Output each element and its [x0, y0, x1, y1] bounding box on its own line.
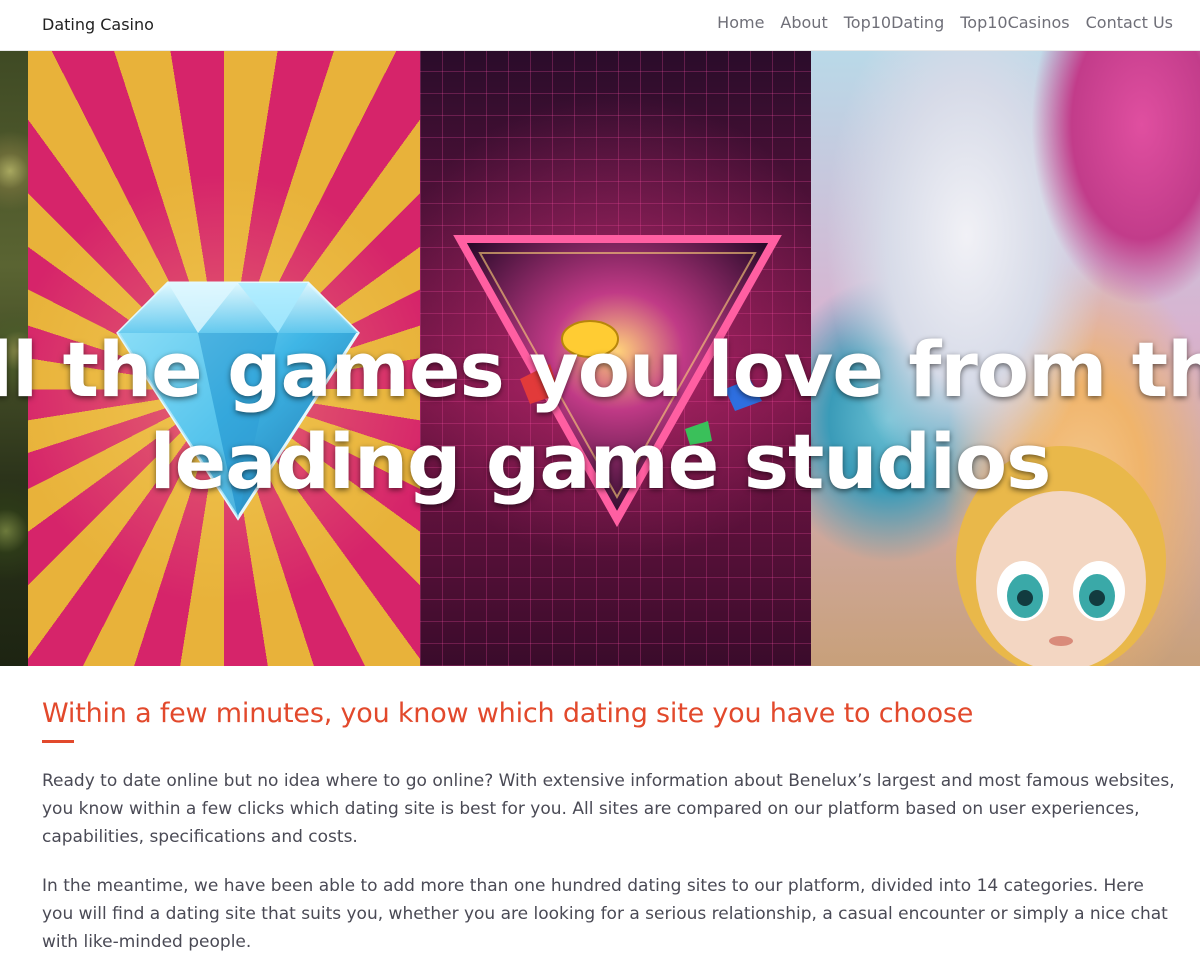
top-navbar: Dating Casino Home About Top10Dating Top…	[0, 0, 1200, 51]
intro-paragraph-1: Ready to date online but no idea where t…	[42, 771, 1175, 847]
heading-accent-divider	[42, 740, 74, 743]
hero-title: All the games you love from the leading …	[0, 324, 1200, 508]
nav-link-top10dating[interactable]: Top10Dating	[836, 12, 953, 34]
intro-section: Within a few minutes, you know which dat…	[0, 666, 1200, 956]
nav-link-about[interactable]: About	[772, 12, 835, 34]
hero-title-line-2: leading game studios	[149, 416, 1052, 506]
hero-title-line-1: All the games you love from the	[0, 324, 1200, 414]
nav-link-top10casinos[interactable]: Top10Casinos	[952, 12, 1077, 34]
nav-link-home[interactable]: Home	[709, 12, 772, 34]
nav-link-contact-us[interactable]: Contact Us	[1078, 12, 1173, 34]
nav-links: Home About Top10Dating Top10Casinos Cont…	[709, 12, 1173, 34]
section-heading: Within a few minutes, you know which dat…	[42, 698, 974, 729]
intro-paragraph-2: In the meantime, we have been able to ad…	[42, 876, 1168, 952]
hero-banner: All the games you love from the leading …	[0, 51, 1200, 666]
brand-logo-link[interactable]: Dating Casino	[42, 14, 154, 36]
